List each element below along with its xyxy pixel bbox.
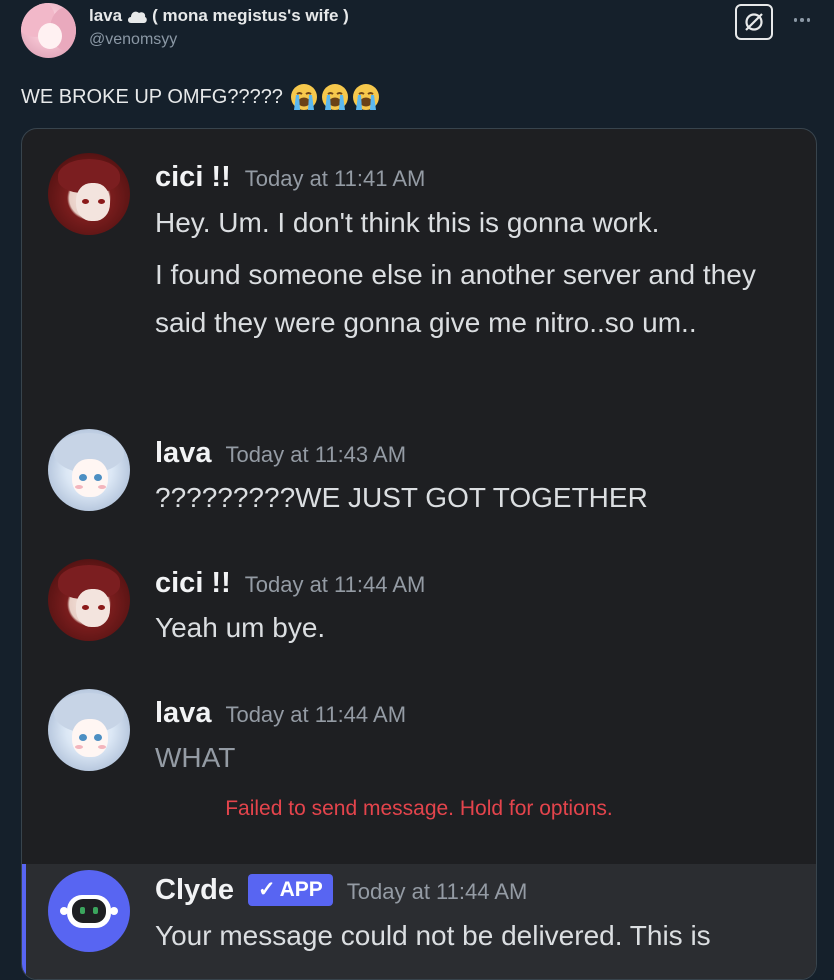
message-header: lava Today at 11:43 AM <box>155 437 406 470</box>
cici-avatar <box>48 559 130 641</box>
author-handle[interactable]: @venomsyy <box>89 31 177 49</box>
message-text: Hey. Um. I don't think this is gonna wor… <box>155 207 660 238</box>
tweet-body: WE BROKE UP OMFG????? <box>21 85 283 108</box>
lava-avatar <box>48 689 130 771</box>
failed-to-send-notice: Failed to send message. Hold for options… <box>225 797 613 820</box>
message-timestamp: Today at 11:44 AM <box>244 572 426 597</box>
message-header: cici !! Today at 11:41 AM <box>155 161 425 194</box>
loudly-crying-face-emoji <box>321 84 348 110</box>
message-author: Clyde <box>155 874 234 906</box>
loudly-crying-face-emoji <box>290 84 317 110</box>
author-avatar[interactable] <box>21 3 76 58</box>
app-badge-label: APP <box>279 877 323 901</box>
author-name-suffix: ( mona megistus's wife ) <box>152 6 349 25</box>
author-display-name: lava <box>89 6 123 25</box>
app-badge: ✓ APP <box>247 873 333 906</box>
robot-icon <box>60 895 118 928</box>
tweet-media-image[interactable]: cici !! Today at 11:41 AM Hey. Um. I don… <box>21 128 817 980</box>
check-icon: ✓ <box>257 878 276 901</box>
message-header: lava Today at 11:44 AM <box>155 697 406 730</box>
clyde-avatar <box>48 870 130 952</box>
message-timestamp: Today at 11:43 AM <box>225 442 407 467</box>
message-author: lava <box>155 697 212 729</box>
message-author: cici !! <box>155 161 231 193</box>
message-timestamp: Today at 11:44 AM <box>346 879 528 904</box>
message-text: Yeah um bye. <box>155 612 326 643</box>
message-text: WHAT <box>155 742 236 773</box>
message-text: I found someone else in another server a… <box>155 259 756 338</box>
message-timestamp: Today at 11:44 AM <box>225 702 407 727</box>
author-name-row[interactable]: lava ( mona megistus's wife ) <box>89 5 349 27</box>
grok-icon <box>745 13 763 31</box>
message-timestamp: Today at 11:41 AM <box>244 166 426 191</box>
message-header: cici !! Today at 11:44 AM <box>155 567 425 600</box>
message-author: lava <box>155 437 212 469</box>
tweet-text: WE BROKE UP OMFG????? <box>21 82 381 112</box>
message-header: Clyde ✓ APP Today at 11:44 AM <box>155 873 528 909</box>
clyde-message: Clyde ✓ APP Today at 11:44 AM Your messa… <box>22 864 816 979</box>
grok-button[interactable] <box>735 4 773 40</box>
avatar-face <box>38 23 62 49</box>
lava-avatar <box>48 429 130 511</box>
cloud-icon <box>128 11 147 23</box>
cici-avatar <box>48 153 130 235</box>
more-icon[interactable] <box>790 10 814 30</box>
message-text: ?????????WE JUST GOT TOGETHER <box>155 482 648 513</box>
message-author: cici !! <box>155 567 231 599</box>
loudly-crying-face-emoji <box>352 84 379 110</box>
emoji-row <box>289 82 381 112</box>
